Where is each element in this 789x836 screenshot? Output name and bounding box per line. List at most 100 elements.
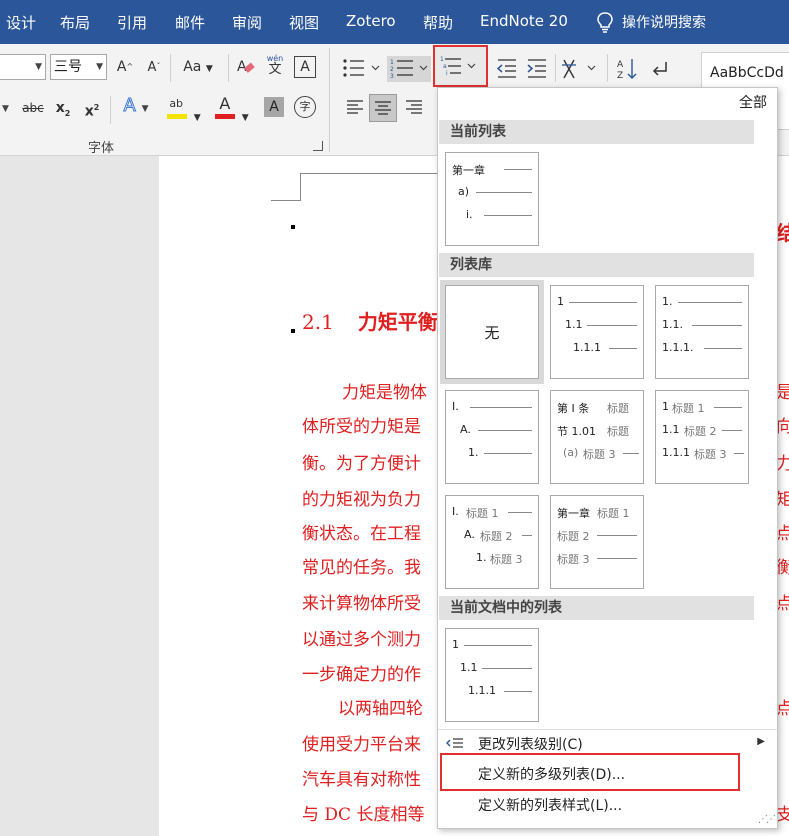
change-case-button[interactable]: Aa ▼: [180, 57, 216, 79]
tab-layout[interactable]: 布局: [60, 12, 90, 33]
body-line: 衡。为了方便计: [302, 454, 421, 474]
font-dialog-launcher-icon[interactable]: [313, 141, 323, 151]
align-right-button[interactable]: [403, 96, 425, 122]
numbering-button[interactable]: 1 2 3: [387, 56, 431, 82]
tile-line: [478, 430, 532, 431]
tab-design[interactable]: 设计: [6, 12, 36, 33]
return-arrow-icon: [652, 62, 667, 76]
list-tile-current[interactable]: 第一章 a) i.: [445, 152, 539, 246]
menu-define-new-list-style[interactable]: 定义新的列表样式(L)...: [478, 795, 622, 815]
chinese-layout-icon: [562, 59, 596, 79]
strikethrough-button[interactable]: abc: [20, 98, 46, 118]
tab-mailings[interactable]: 邮件: [175, 12, 205, 33]
list-tile-none[interactable]: 无: [440, 280, 544, 384]
tab-references[interactable]: 引用: [117, 12, 147, 33]
highlight-color-button[interactable]: ab ▼: [164, 96, 204, 128]
body-line: 与 DC 长度相等: [302, 805, 425, 825]
tile-line: [522, 535, 532, 536]
resize-grip-icon[interactable]: ⋰⋰: [758, 814, 776, 825]
increase-indent-button[interactable]: [524, 56, 550, 82]
tile-level-3: 1.: [476, 551, 487, 564]
divider: [228, 54, 229, 82]
menu-divider: [438, 729, 777, 730]
body-line: 常见的任务。我: [302, 558, 421, 578]
ribbon-tab-bar: 设计 布局 引用 邮件 审阅 视图 Zotero 帮助 EndNote 20 操…: [0, 0, 789, 44]
tile-level-2: a): [458, 185, 470, 198]
text-effects-button[interactable]: A ▼: [118, 95, 154, 119]
tab-zotero[interactable]: Zotero: [346, 12, 396, 30]
sort-button[interactable]: A Z: [615, 56, 639, 82]
tile-line: [714, 407, 742, 408]
superscript-button[interactable]: x2: [82, 98, 102, 122]
change-case-icon: Aa: [183, 59, 202, 75]
tab-help[interactable]: 帮助: [423, 12, 453, 33]
align-center-button[interactable]: [369, 94, 397, 122]
decrease-indent-button[interactable]: [494, 56, 520, 82]
tile-heading-label: 标题 2: [557, 530, 590, 543]
multilevel-list-gallery: 全部 当前列表 第一章 a) i. 列表库 无 1 1.1 1.1.1 1. 1…: [437, 87, 778, 829]
section-current-list: 当前列表: [439, 120, 754, 144]
tile-line: [609, 348, 637, 349]
superscript-mark: 2: [93, 103, 100, 112]
grow-font-button[interactable]: A^: [116, 57, 134, 77]
tile-line: [484, 453, 532, 454]
tab-endnote[interactable]: EndNote 20: [480, 12, 568, 30]
font-size-combo[interactable]: 三号 ▼: [50, 54, 107, 80]
list-tile-document[interactable]: 1 1.1 1.1.1: [445, 628, 539, 722]
paragraph-mark: [291, 329, 295, 333]
sort-icon: A Z: [617, 59, 637, 81]
list-tile-heading-roman[interactable]: I. 标题 1 A. 标题 2 1. 标题 3: [445, 495, 539, 589]
font-color-icon: A: [219, 94, 231, 113]
section-heading: 2.1 力矩平衡: [302, 306, 438, 335]
tell-me-search[interactable]: 操作说明搜索: [596, 10, 706, 34]
chinese-layout-button[interactable]: [560, 56, 600, 82]
bullets-button[interactable]: [340, 56, 382, 82]
list-tile-heading-numeric[interactable]: 1 标题 1 1.1 标题 2 1.1.1 标题 3: [655, 390, 749, 484]
multilevel-list-button[interactable]: 1 a i: [433, 45, 488, 87]
list-tile-heading-chapter[interactable]: 第一章 标题 1 标题 2 标题 3: [550, 495, 644, 589]
crop-mark: [300, 173, 301, 201]
divider: [607, 54, 608, 82]
svg-text:A: A: [617, 60, 624, 70]
list-tile-numeric-dotted[interactable]: 1. 1.1. 1.1.1.: [655, 285, 749, 379]
chevron-down-icon: ▼: [96, 62, 103, 72]
tab-review[interactable]: 审阅: [232, 12, 262, 33]
show-formatting-marks-button[interactable]: [648, 56, 672, 82]
character-shading-button[interactable]: A: [264, 97, 284, 117]
font-color-button[interactable]: A ▼: [212, 94, 252, 128]
numbered-list-icon: 1 2 3: [390, 59, 428, 80]
list-tile-article-section[interactable]: 第 Ⅰ 条 标题 节 1.01 标题 (a) 标题 3: [550, 390, 644, 484]
list-tile-numeric[interactable]: 1 1.1 1.1.1: [550, 285, 644, 379]
shrink-font-button[interactable]: Aˇ: [145, 57, 163, 78]
subscript-button[interactable]: x2: [53, 98, 73, 124]
tile-level-3: (a): [563, 446, 579, 459]
clear-formatting-button[interactable]: A: [236, 56, 256, 84]
tab-view[interactable]: 视图: [289, 12, 319, 33]
tile-line: [569, 302, 637, 303]
bullet-list-icon: [343, 59, 380, 77]
chevron-down-icon[interactable]: ▼: [2, 104, 9, 114]
strikethrough-icon: abc: [22, 101, 44, 115]
tile-none-label: 无: [484, 323, 500, 342]
character-border-button[interactable]: A: [294, 56, 316, 78]
gallery-filter[interactable]: 全部: [739, 92, 767, 112]
align-left-button[interactable]: [344, 96, 366, 122]
tell-me-label: 操作说明搜索: [622, 15, 706, 31]
list-tile-roman[interactable]: I. A. 1.: [445, 390, 539, 484]
tile-line: [722, 430, 742, 431]
body-line: 的力矩视为负力: [302, 490, 421, 510]
phonetic-guide-button[interactable]: wén 文: [264, 54, 286, 77]
tile-heading-label: 标题 3: [583, 448, 616, 461]
lightbulb-icon: [597, 12, 613, 33]
grow-font-icon: A: [116, 59, 127, 75]
align-left-icon: [347, 100, 363, 114]
tile-level-2: 1.1: [460, 661, 478, 674]
enclose-characters-button[interactable]: 字: [294, 96, 316, 118]
divider: [110, 96, 111, 124]
font-name-combo[interactable]: ▼: [0, 54, 46, 80]
align-center-icon: [375, 101, 391, 115]
superscript-icon: x: [84, 103, 94, 120]
tile-heading-label: 标题 1: [466, 507, 499, 520]
menu-change-list-level[interactable]: 更改列表级别(C): [478, 734, 583, 754]
body-line: 以通过多个测力: [302, 630, 421, 650]
